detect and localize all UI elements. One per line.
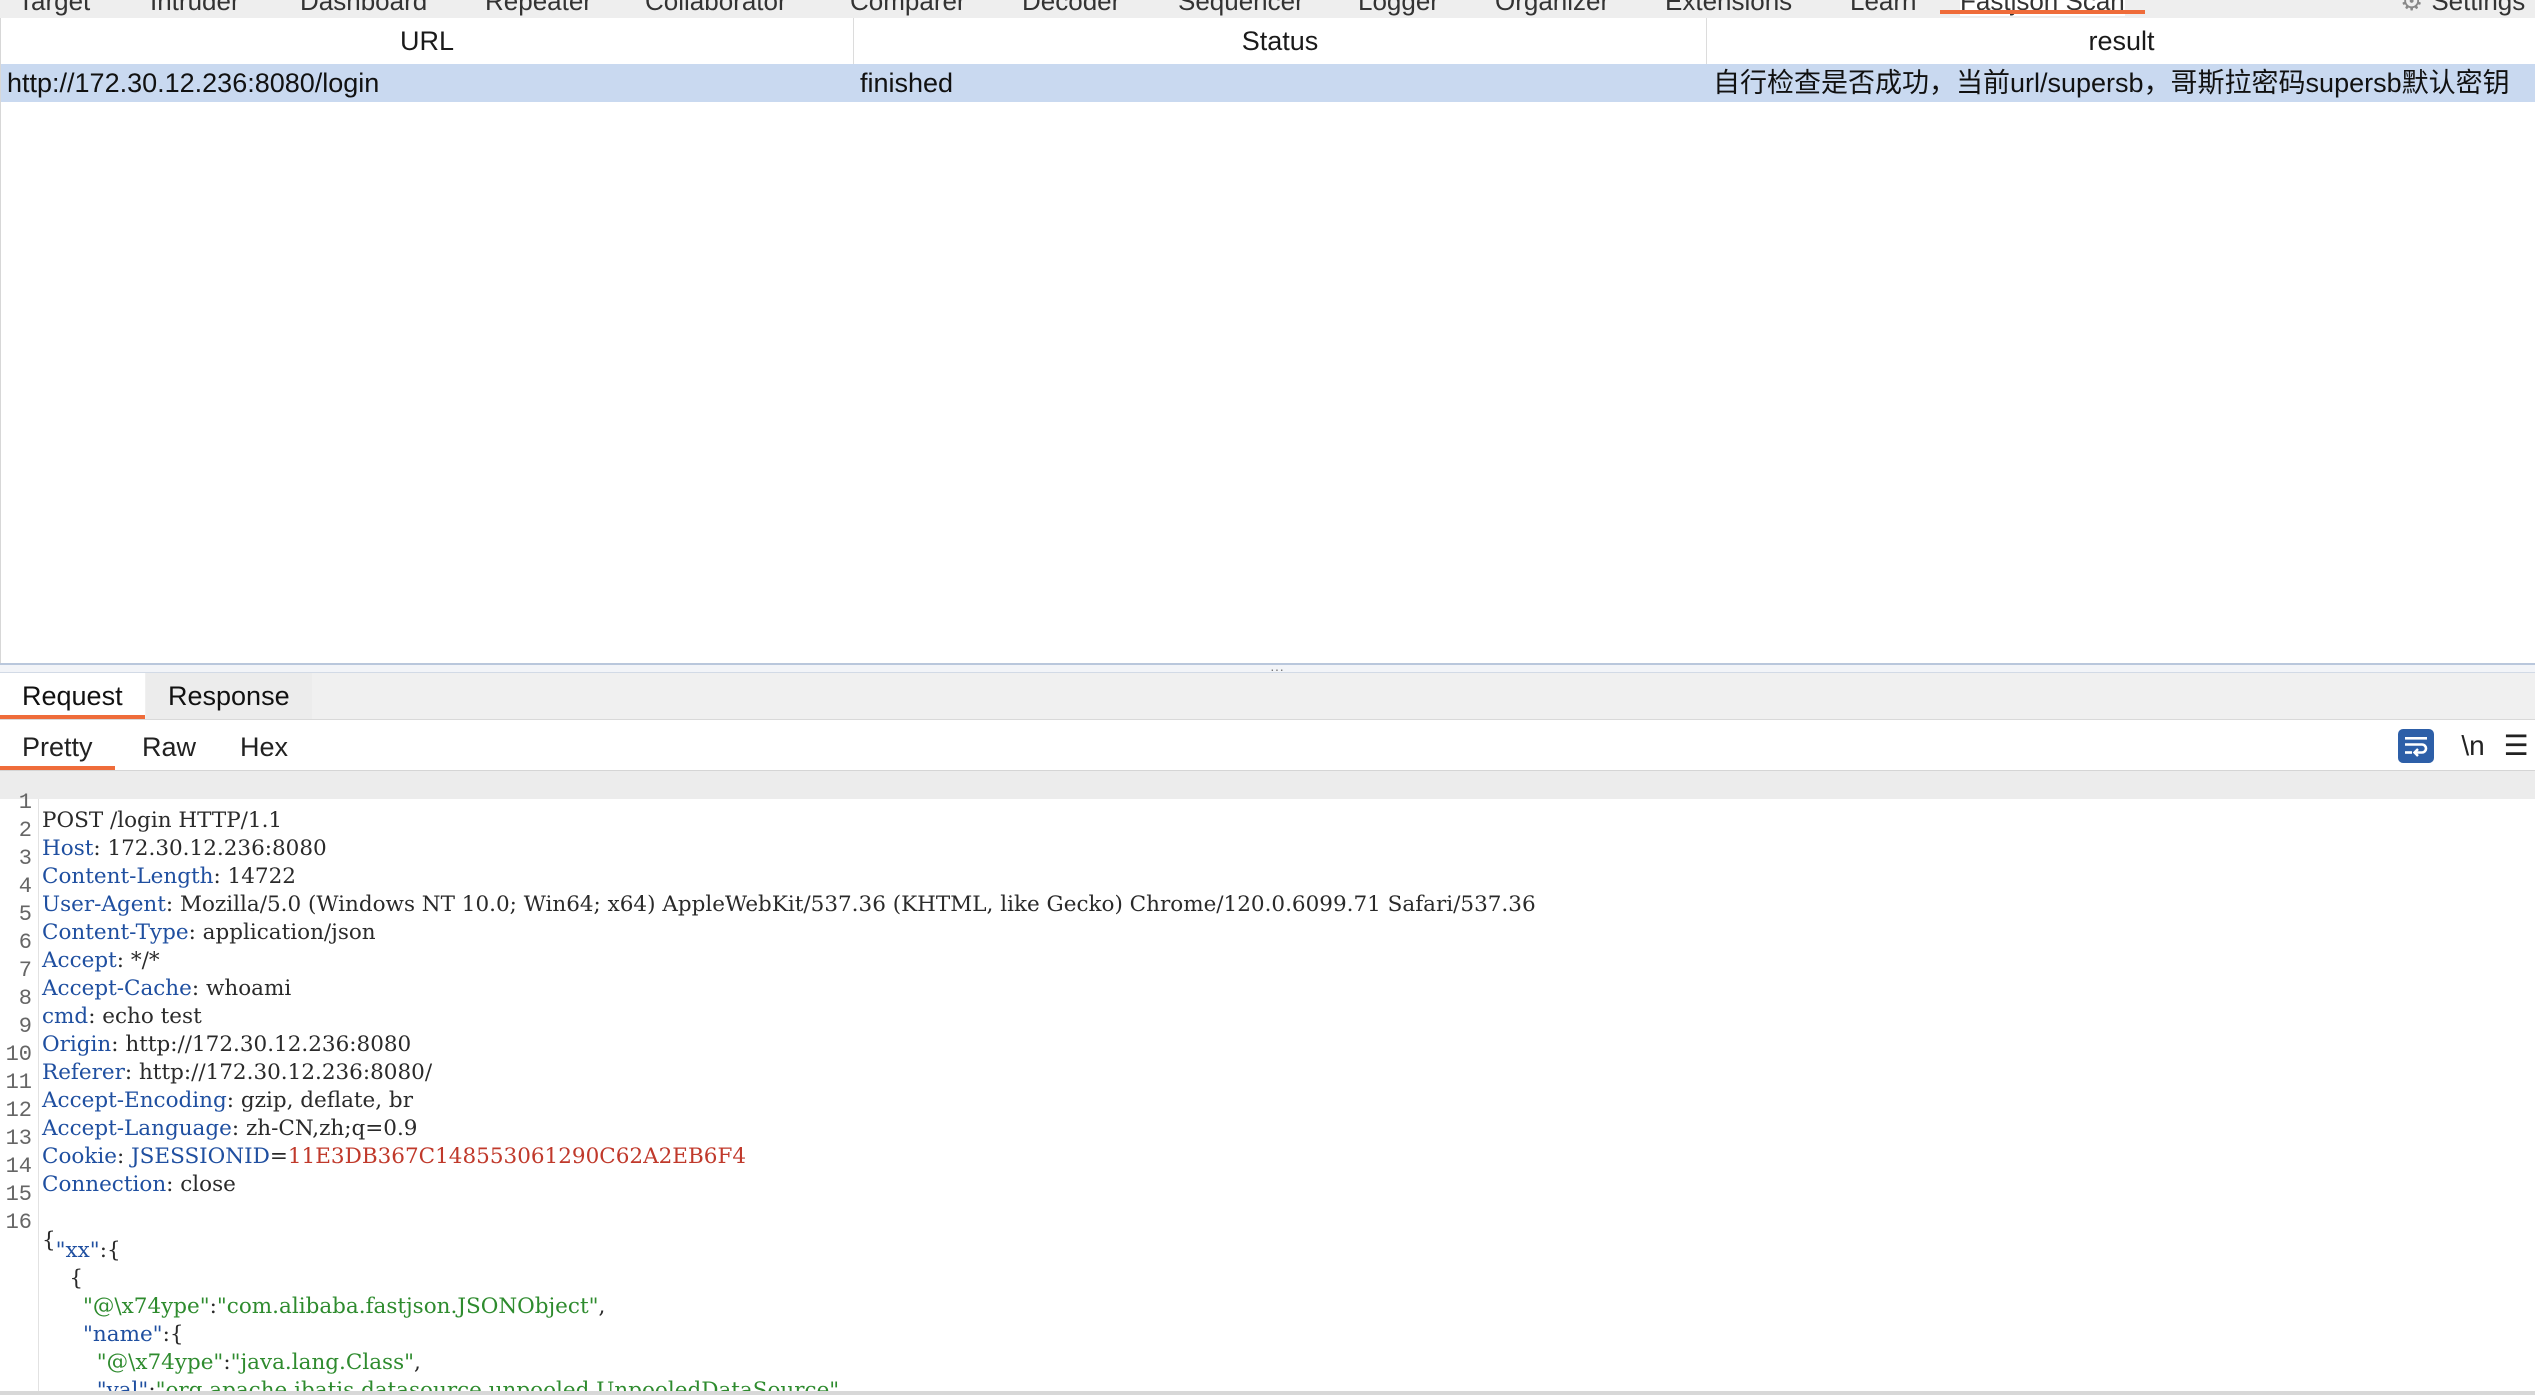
- blank-line: 15: [5, 1182, 32, 1207]
- tab-decoder[interactable]: Decoder: [1022, 0, 1120, 16]
- tab-learn[interactable]: Learn: [1850, 0, 1917, 16]
- tab-fastjson-scan[interactable]: Fastjson Scan: [1940, 0, 2145, 16]
- main-tab-bar: Target Intruder Dashboard Repeater Colla…: [0, 0, 2535, 19]
- body-line: "@\x74ype":"com.alibaba.fastjson.JSONObj…: [83, 1294, 606, 1319]
- burp-suite-window: Target Intruder Dashboard Repeater Colla…: [0, 0, 2535, 1395]
- view-mode-tabs: Pretty Raw Hex \n ☰: [0, 720, 2535, 771]
- header-line: 12 Accept-Language: zh-CN,zh;q=0.9: [5, 1098, 418, 1141]
- cell-url: http://172.30.12.236:8080/login: [7, 68, 380, 98]
- word-wrap-icon: [2405, 737, 2428, 757]
- window-bottom-edge: [0, 1391, 2535, 1395]
- tab-request[interactable]: Request: [0, 673, 145, 719]
- header-line: 10 Referer: http://172.30.12.236:8080/: [5, 1042, 433, 1085]
- tab-sequencer[interactable]: Sequencer: [1178, 0, 1304, 16]
- word-wrap-button[interactable]: [2398, 729, 2434, 763]
- tab-target[interactable]: Target: [18, 0, 90, 16]
- header-line: 6 Accept: */*: [18, 930, 160, 973]
- column-header-result[interactable]: result: [1707, 18, 2535, 64]
- body-line: "@\x74ype":"java.lang.Class",: [96, 1350, 421, 1375]
- header-line: 4 User-Agent: Mozilla/5.0 (Windows NT 10…: [18, 874, 1536, 917]
- newline-icon[interactable]: \n: [2455, 729, 2491, 763]
- header-line: 11 Accept-Encoding: gzip, deflate, br: [5, 1070, 413, 1113]
- splitter-grip-icon[interactable]: ···: [1270, 662, 1284, 676]
- column-header-status[interactable]: Status: [854, 18, 1707, 64]
- settings-button[interactable]: ⚙ Settings: [2400, 0, 2525, 16]
- header-line: 7 Accept-Cache: whoami: [18, 958, 292, 1001]
- header-line: 13 Cookie: JSESSIONID=11E3DB367C14855306…: [5, 1126, 747, 1169]
- scan-results-table: URL Status result http://172.30.12.236:8…: [0, 18, 2535, 663]
- body-line: {: [69, 1266, 84, 1291]
- header-line: 5 Content-Type: application/json: [18, 902, 376, 945]
- body-line: 16 {: [5, 1210, 56, 1253]
- table-header: URL Status result: [1, 18, 2535, 65]
- header-line: 9 Origin: http://172.30.12.236:8080: [18, 1014, 412, 1057]
- tab-pretty[interactable]: Pretty: [0, 720, 115, 770]
- request-editor[interactable]: 1 POST /login HTTP/1.1 2 Host: 172.30.12…: [0, 771, 2535, 1391]
- header-line: 3 Content-Length: 14722: [18, 846, 296, 889]
- header-line: 14 Connection: close: [5, 1154, 236, 1197]
- json-string: "org.apache.ibatis.datasource.unpooled.U…: [155, 1378, 840, 1391]
- table-row[interactable]: http://172.30.12.236:8080/login finished…: [1, 64, 2535, 102]
- cell-result: 自行检查是否成功，当前url/supersb，哥斯拉密码supersb默认密钥: [1713, 68, 2510, 98]
- body-line: "val":"org.apache.ibatis.datasource.unpo…: [0, 1359, 2535, 1391]
- gear-icon: ⚙: [2400, 0, 2424, 16]
- body-line: "name":{: [83, 1322, 184, 1347]
- cell-status: finished: [860, 68, 954, 98]
- tab-logger[interactable]: Logger: [1358, 0, 1439, 16]
- tab-comparer[interactable]: Comparer: [850, 0, 966, 16]
- message-tabs: Request Response: [0, 673, 2535, 720]
- tab-raw[interactable]: Raw: [120, 720, 218, 770]
- tab-intruder[interactable]: Intruder: [150, 0, 240, 16]
- body-line: "xx":{: [55, 1238, 121, 1263]
- menu-icon[interactable]: ☰: [2500, 729, 2532, 763]
- tab-response[interactable]: Response: [146, 673, 312, 719]
- header-line: 2 Host: 172.30.12.236:8080: [18, 818, 327, 861]
- tab-collaborator[interactable]: Collaborator: [645, 0, 787, 16]
- request-line: 1 POST /login HTTP/1.1: [0, 771, 2535, 833]
- tab-organizer[interactable]: Organizer: [1495, 0, 1609, 16]
- tab-dashboard[interactable]: Dashboard: [300, 0, 427, 16]
- column-header-url[interactable]: URL: [1, 18, 854, 64]
- tab-hex[interactable]: Hex: [218, 720, 310, 770]
- header-line: 8 cmd: echo test: [18, 986, 202, 1029]
- tab-extensions[interactable]: Extensions: [1665, 0, 1792, 16]
- settings-label: Settings: [2431, 0, 2526, 16]
- tab-repeater[interactable]: Repeater: [485, 0, 592, 16]
- json-key: "val": [96, 1378, 149, 1391]
- pane-splitter[interactable]: ···: [0, 662, 2535, 676]
